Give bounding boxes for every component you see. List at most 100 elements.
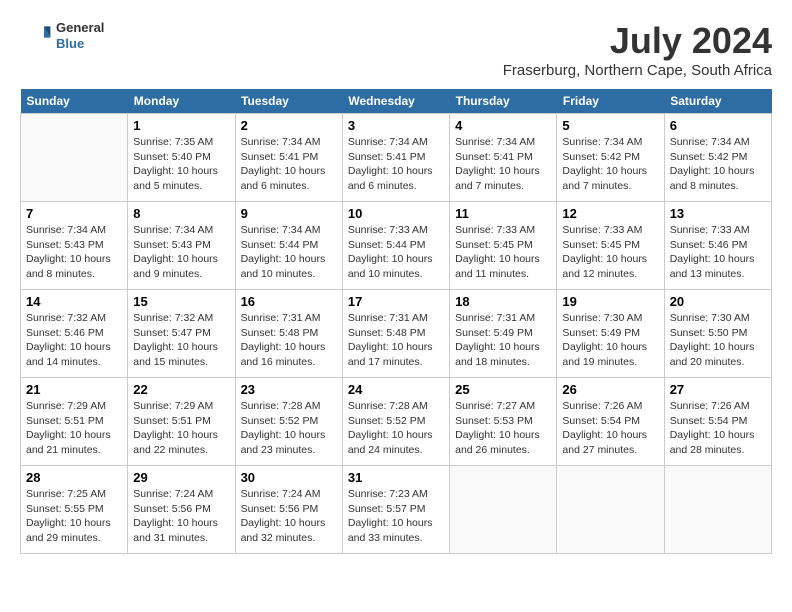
calendar-cell: 4 Sunrise: 7:34 AMSunset: 5:41 PMDaylight… — [450, 114, 557, 202]
calendar-cell: 24 Sunrise: 7:28 AMSunset: 5:52 PMDayligh… — [342, 378, 449, 466]
day-info: Sunrise: 7:27 AMSunset: 5:53 PMDaylight:… — [455, 399, 551, 458]
logo: General Blue — [20, 20, 104, 52]
day-number: 10 — [348, 206, 444, 221]
calendar-cell: 28 Sunrise: 7:25 AMSunset: 5:55 PMDayligh… — [21, 466, 128, 554]
calendar-cell: 23 Sunrise: 7:28 AMSunset: 5:52 PMDayligh… — [235, 378, 342, 466]
day-info: Sunrise: 7:33 AMSunset: 5:46 PMDaylight:… — [670, 223, 766, 282]
day-header-tuesday: Tuesday — [235, 89, 342, 114]
day-info: Sunrise: 7:33 AMSunset: 5:44 PMDaylight:… — [348, 223, 444, 282]
calendar-cell: 20 Sunrise: 7:30 AMSunset: 5:50 PMDayligh… — [664, 290, 771, 378]
page-header: General Blue July 2024 Fraserburg, North… — [20, 20, 772, 79]
calendar-cell: 13 Sunrise: 7:33 AMSunset: 5:46 PMDayligh… — [664, 202, 771, 290]
calendar-cell: 25Sunrise: 7:27 AMSunset: 5:53 PMDayligh… — [450, 378, 557, 466]
day-number: 8 — [133, 206, 229, 221]
calendar-cell: 14 Sunrise: 7:32 AMSunset: 5:46 PMDayligh… — [21, 290, 128, 378]
day-number: 2 — [241, 118, 337, 133]
title-block: July 2024 Fraserburg, Northern Cape, Sou… — [503, 20, 772, 79]
day-number: 15 — [133, 294, 229, 309]
day-info: Sunrise: 7:24 AMSunset: 5:56 PMDaylight:… — [133, 487, 229, 546]
calendar-cell: 6Sunrise: 7:34 AMSunset: 5:42 PMDaylight… — [664, 114, 771, 202]
day-number: 4 — [455, 118, 551, 133]
day-info: Sunrise: 7:26 AMSunset: 5:54 PMDaylight:… — [562, 399, 658, 458]
day-info: Sunrise: 7:34 AMSunset: 5:43 PMDaylight:… — [26, 223, 122, 282]
calendar-cell: 27 Sunrise: 7:26 AMSunset: 5:54 PMDayligh… — [664, 378, 771, 466]
day-info: Sunrise: 7:34 AMSunset: 5:41 PMDaylight:… — [455, 135, 551, 194]
day-info: Sunrise: 7:34 AMSunset: 5:41 PMDaylight:… — [348, 135, 444, 194]
day-info: Sunrise: 7:31 AMSunset: 5:48 PMDaylight:… — [348, 311, 444, 370]
month-title: July 2024 — [503, 20, 772, 62]
day-info: Sunrise: 7:33 AMSunset: 5:45 PMDaylight:… — [455, 223, 551, 282]
day-info: Sunrise: 7:23 AMSunset: 5:57 PMDaylight:… — [348, 487, 444, 546]
day-info: Sunrise: 7:30 AMSunset: 5:50 PMDaylight:… — [670, 311, 766, 370]
calendar-cell: 2Sunrise: 7:34 AMSunset: 5:41 PMDaylight… — [235, 114, 342, 202]
calendar-cell: 22 Sunrise: 7:29 AMSunset: 5:51 PMDayligh… — [128, 378, 235, 466]
day-number: 30 — [241, 470, 337, 485]
calendar-cell: 11 Sunrise: 7:33 AMSunset: 5:45 PMDayligh… — [450, 202, 557, 290]
day-info: Sunrise: 7:33 AMSunset: 5:45 PMDaylight:… — [562, 223, 658, 282]
day-number: 5 — [562, 118, 658, 133]
calendar-cell: 19Sunrise: 7:30 AMSunset: 5:49 PMDayligh… — [557, 290, 664, 378]
location: Fraserburg, Northern Cape, South Africa — [503, 62, 772, 79]
day-number: 23 — [241, 382, 337, 397]
day-info: Sunrise: 7:34 AMSunset: 5:44 PMDaylight:… — [241, 223, 337, 282]
calendar-cell — [450, 466, 557, 554]
day-number: 24 — [348, 382, 444, 397]
calendar-cell: 12Sunrise: 7:33 AMSunset: 5:45 PMDayligh… — [557, 202, 664, 290]
day-number: 9 — [241, 206, 337, 221]
day-number: 27 — [670, 382, 766, 397]
logo-general-text: General — [56, 20, 104, 36]
day-header-thursday: Thursday — [450, 89, 557, 114]
day-info: Sunrise: 7:31 AMSunset: 5:49 PMDaylight:… — [455, 311, 551, 370]
day-info: Sunrise: 7:34 AMSunset: 5:42 PMDaylight:… — [670, 135, 766, 194]
day-info: Sunrise: 7:34 AMSunset: 5:43 PMDaylight:… — [133, 223, 229, 282]
day-info: Sunrise: 7:32 AMSunset: 5:46 PMDaylight:… — [26, 311, 122, 370]
day-info: Sunrise: 7:28 AMSunset: 5:52 PMDaylight:… — [241, 399, 337, 458]
header-row: SundayMondayTuesdayWednesdayThursdayFrid… — [21, 89, 772, 114]
calendar-cell — [21, 114, 128, 202]
day-number: 28 — [26, 470, 122, 485]
day-header-saturday: Saturday — [664, 89, 771, 114]
day-number: 14 — [26, 294, 122, 309]
calendar-cell: 26 Sunrise: 7:26 AMSunset: 5:54 PMDayligh… — [557, 378, 664, 466]
logo-icon — [20, 20, 52, 52]
day-header-monday: Monday — [128, 89, 235, 114]
day-header-friday: Friday — [557, 89, 664, 114]
day-info: Sunrise: 7:30 AMSunset: 5:49 PMDaylight:… — [562, 311, 658, 370]
day-number: 20 — [670, 294, 766, 309]
calendar-cell — [557, 466, 664, 554]
day-info: Sunrise: 7:28 AMSunset: 5:52 PMDaylight:… — [348, 399, 444, 458]
logo-blue-text: Blue — [56, 36, 104, 52]
logo-text: General Blue — [56, 20, 104, 51]
day-header-sunday: Sunday — [21, 89, 128, 114]
day-info: Sunrise: 7:25 AMSunset: 5:55 PMDaylight:… — [26, 487, 122, 546]
day-number: 3 — [348, 118, 444, 133]
day-number: 17 — [348, 294, 444, 309]
day-number: 26 — [562, 382, 658, 397]
week-row-2: 7Sunrise: 7:34 AMSunset: 5:43 PMDaylight… — [21, 202, 772, 290]
day-number: 13 — [670, 206, 766, 221]
calendar-cell — [664, 466, 771, 554]
day-number: 31 — [348, 470, 444, 485]
calendar-cell: 5 Sunrise: 7:34 AMSunset: 5:42 PMDaylight… — [557, 114, 664, 202]
day-info: Sunrise: 7:29 AMSunset: 5:51 PMDaylight:… — [26, 399, 122, 458]
day-info: Sunrise: 7:35 AMSunset: 5:40 PMDaylight:… — [133, 135, 229, 194]
calendar-cell: 9 Sunrise: 7:34 AMSunset: 5:44 PMDaylight… — [235, 202, 342, 290]
day-number: 11 — [455, 206, 551, 221]
day-info: Sunrise: 7:29 AMSunset: 5:51 PMDaylight:… — [133, 399, 229, 458]
day-info: Sunrise: 7:34 AMSunset: 5:42 PMDaylight:… — [562, 135, 658, 194]
calendar-cell: 31 Sunrise: 7:23 AMSunset: 5:57 PMDayligh… — [342, 466, 449, 554]
day-number: 22 — [133, 382, 229, 397]
calendar-cell: 10 Sunrise: 7:33 AMSunset: 5:44 PMDayligh… — [342, 202, 449, 290]
week-row-5: 28 Sunrise: 7:25 AMSunset: 5:55 PMDayligh… — [21, 466, 772, 554]
day-info: Sunrise: 7:24 AMSunset: 5:56 PMDaylight:… — [241, 487, 337, 546]
week-row-4: 21Sunrise: 7:29 AMSunset: 5:51 PMDayligh… — [21, 378, 772, 466]
calendar-cell: 7Sunrise: 7:34 AMSunset: 5:43 PMDaylight… — [21, 202, 128, 290]
day-number: 18 — [455, 294, 551, 309]
week-row-1: 1Sunrise: 7:35 AMSunset: 5:40 PMDaylight… — [21, 114, 772, 202]
calendar-cell: 15Sunrise: 7:32 AMSunset: 5:47 PMDayligh… — [128, 290, 235, 378]
calendar-cell: 8 Sunrise: 7:34 AMSunset: 5:43 PMDaylight… — [128, 202, 235, 290]
day-number: 29 — [133, 470, 229, 485]
day-info: Sunrise: 7:31 AMSunset: 5:48 PMDaylight:… — [241, 311, 337, 370]
day-header-wednesday: Wednesday — [342, 89, 449, 114]
day-info: Sunrise: 7:26 AMSunset: 5:54 PMDaylight:… — [670, 399, 766, 458]
